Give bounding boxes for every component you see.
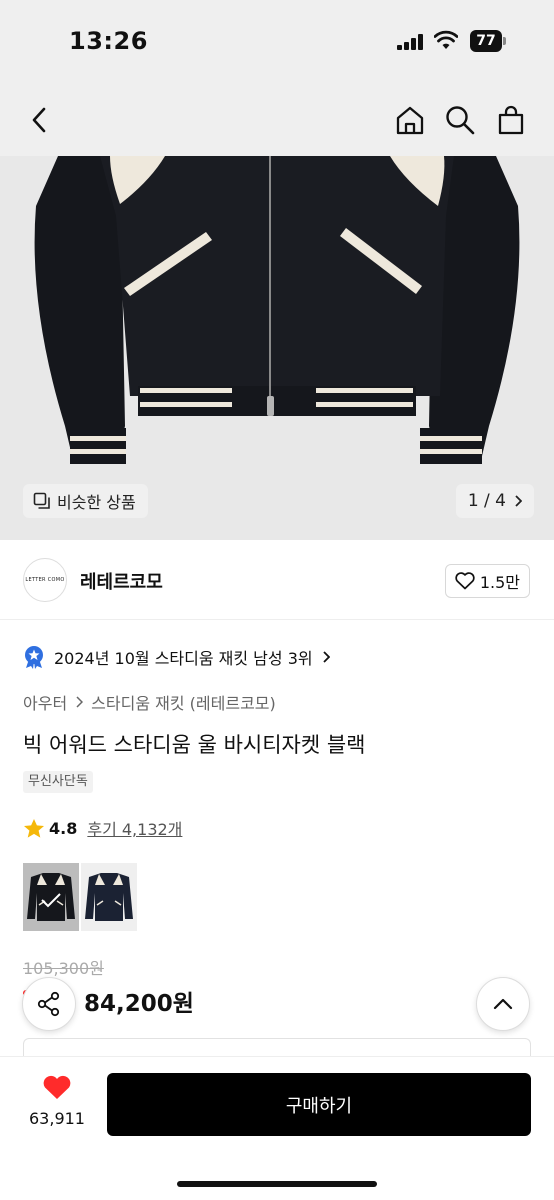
share-button[interactable] bbox=[22, 977, 76, 1031]
heart-outline-icon bbox=[455, 572, 475, 590]
jacket-thumbnail bbox=[27, 873, 75, 921]
breadcrumb-subcategory[interactable]: 스타디움 재킷 (레테르코모) bbox=[91, 690, 276, 714]
star-icon bbox=[24, 818, 44, 838]
wifi-icon bbox=[433, 30, 459, 50]
brand-like-count: 1.5만 bbox=[479, 573, 520, 592]
wishlist-button[interactable]: 63,911 bbox=[22, 1075, 92, 1128]
home-icon[interactable] bbox=[393, 103, 427, 137]
chevron-right-icon bbox=[322, 651, 330, 663]
similar-products-button[interactable]: 비슷한 상품 bbox=[23, 484, 148, 518]
heart-filled-icon bbox=[43, 1075, 71, 1099]
final-price: 84,200원 bbox=[84, 991, 194, 1017]
status-time: 13:26 bbox=[69, 27, 148, 55]
color-option[interactable] bbox=[81, 863, 137, 931]
status-bar: 13:26 77 bbox=[0, 0, 554, 84]
similar-products-icon bbox=[33, 492, 50, 509]
review-count-link[interactable]: 후기 4,132개 bbox=[87, 816, 182, 840]
battery-level: 77 bbox=[470, 30, 502, 52]
color-options bbox=[23, 863, 137, 931]
product-title: 빅 어워드 스타디움 울 바시티자켓 블랙 bbox=[23, 733, 366, 757]
scroll-top-button[interactable] bbox=[476, 977, 530, 1031]
image-counter[interactable]: 1 / 4 bbox=[455, 484, 534, 518]
nav-bar bbox=[0, 84, 554, 156]
search-icon[interactable] bbox=[443, 103, 477, 137]
rating-score: 4.8 bbox=[49, 818, 78, 838]
breadcrumb: 아우터 스타디움 재킷 (레테르코모) bbox=[23, 690, 276, 714]
ranking-text: 2024년 10월 스타디움 재킷 남성 3위 bbox=[54, 649, 313, 668]
chevron-up-icon bbox=[493, 998, 513, 1010]
share-icon bbox=[37, 991, 60, 1017]
brand-row: LETTER COMO 레테르코모 1.5만 bbox=[0, 540, 554, 620]
similar-products-label: 비슷한 상품 bbox=[57, 493, 136, 512]
chevron-right-icon bbox=[76, 696, 84, 708]
ranking-badge-icon bbox=[25, 646, 43, 669]
wishlist-count: 63,911 bbox=[29, 1109, 85, 1128]
brand-logo-text: LETTER COMO bbox=[25, 577, 65, 583]
breadcrumb-category[interactable]: 아우터 bbox=[23, 690, 67, 714]
chevron-right-icon bbox=[515, 495, 522, 507]
signal-icon bbox=[397, 34, 423, 50]
brand-like-button[interactable]: 1.5만 bbox=[444, 564, 530, 598]
rating-row: 4.8 후기 4,132개 bbox=[23, 816, 182, 840]
exclusive-badge: 무신사단독 bbox=[23, 771, 93, 793]
color-option-selected[interactable] bbox=[23, 863, 79, 931]
jacket-photo bbox=[0, 156, 554, 540]
bottom-action-bar: 63,911 구매하기 bbox=[0, 1056, 554, 1200]
ranking-link[interactable]: 2024년 10월 스타디움 재킷 남성 3위 bbox=[23, 645, 330, 669]
shopping-bag-icon[interactable] bbox=[494, 103, 528, 137]
brand-name[interactable]: 레테르코모 bbox=[80, 568, 163, 594]
jacket-thumbnail bbox=[85, 873, 133, 921]
image-counter-text: 1 / 4 bbox=[467, 491, 506, 511]
back-icon[interactable] bbox=[22, 103, 56, 137]
original-price: 105,300원 bbox=[23, 959, 104, 978]
brand-logo[interactable]: LETTER COMO bbox=[23, 558, 67, 602]
home-indicator bbox=[177, 1181, 377, 1187]
battery-icon: 77 bbox=[470, 30, 506, 52]
buy-button[interactable]: 구매하기 bbox=[107, 1073, 531, 1136]
product-image-carousel[interactable]: 비슷한 상품 1 / 4 bbox=[0, 156, 554, 540]
